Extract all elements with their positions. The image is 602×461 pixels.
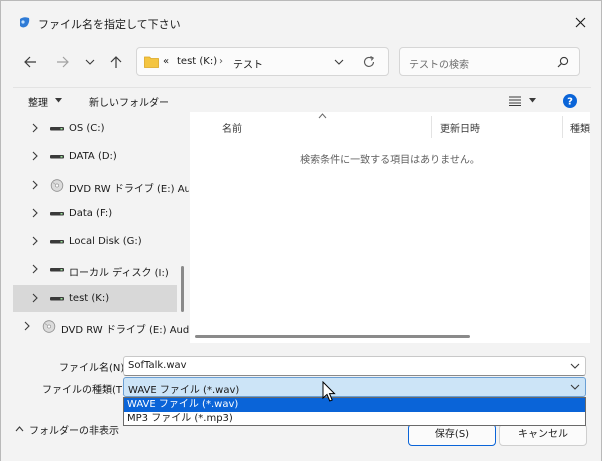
tree-item[interactable]: ローカル ディスク (I:) (13, 256, 177, 283)
refresh-icon[interactable] (362, 55, 376, 69)
tree-item[interactable]: test (K:) (13, 285, 177, 312)
chevron-right-icon[interactable] (31, 123, 39, 133)
address-dropdown-icon[interactable] (333, 56, 345, 68)
filetype-label: ファイルの種類(T): (42, 385, 130, 396)
chevron-right-icon[interactable] (31, 151, 39, 161)
back-arrow-icon (23, 56, 36, 68)
chevron-up-icon[interactable] (15, 425, 24, 433)
chevron-right-icon[interactable] (31, 236, 39, 246)
chevron-right-icon[interactable] (31, 208, 39, 218)
filename-field[interactable]: SofTalk.wav (123, 356, 586, 376)
dvd-icon (42, 320, 56, 333)
tree-item-label: OS (C:) (69, 123, 105, 134)
chevron-right-icon[interactable] (31, 293, 39, 303)
forward-arrow-icon (56, 56, 69, 68)
navigation-scrollbar[interactable] (181, 266, 184, 312)
chevron-right-icon[interactable] (31, 180, 39, 190)
column-divider[interactable] (562, 116, 563, 138)
organize-button[interactable]: 整理 (28, 94, 48, 109)
navigation-pane[interactable]: OS (C:) DATA (D:) DVD RW ドライブ (E:) Au Data … (13, 112, 189, 343)
search-icon (557, 56, 569, 68)
drive-icon (50, 297, 64, 301)
tree-item[interactable]: Data (F:) (13, 200, 177, 227)
cancel-button[interactable]: キャンセル (499, 424, 587, 446)
breadcrumb-overflow[interactable]: « (163, 56, 169, 67)
help-icon[interactable]: ? (563, 94, 577, 108)
column-divider[interactable] (431, 116, 432, 138)
tree-item-label: test (K:) (69, 293, 110, 304)
save-button[interactable]: 保存(S) (408, 424, 496, 446)
app-icon (20, 17, 30, 28)
column-header-modified[interactable]: 更新日時 (440, 120, 480, 135)
column-header-name[interactable]: 名前 (222, 120, 242, 135)
tree-item-label: DVD RW ドライブ (E:) Audi (61, 325, 189, 336)
back-button[interactable] (19, 52, 41, 72)
window-title: ファイル名を指定して下さい (38, 18, 181, 31)
breadcrumb-folder[interactable]: テスト (233, 56, 263, 71)
filename-dropdown-icon[interactable] (570, 362, 580, 370)
view-options-icon[interactable] (509, 96, 521, 106)
tree-item[interactable]: DVD RW ドライブ (E:) Audi (13, 313, 189, 340)
drive-icon (50, 212, 64, 216)
title-bar: ファイル名を指定して下さい (1, 1, 601, 43)
tree-item-label: Data (F:) (69, 208, 113, 219)
drive-icon (50, 155, 64, 159)
address-bar[interactable]: « test (K:) › テスト (136, 47, 389, 76)
filetype-dropdown-icon[interactable] (570, 383, 580, 391)
dvd-icon (50, 179, 64, 192)
sort-caret-icon (318, 113, 327, 119)
filetype-option-wav[interactable]: WAVE ファイル (*.wav) (124, 398, 585, 412)
column-header-type[interactable]: 種類 (570, 120, 590, 135)
organize-dropdown-icon (55, 98, 62, 103)
forward-button[interactable] (51, 52, 73, 72)
up-arrow-icon (110, 55, 122, 68)
svg-text:?: ? (567, 97, 573, 108)
view-dropdown-icon[interactable] (529, 98, 536, 103)
breadcrumb-drive[interactable]: test (K:) (177, 56, 217, 67)
tree-item[interactable]: DVD RW ドライブ (E:) Au (13, 172, 189, 199)
horizontal-scrollbar[interactable] (195, 335, 470, 338)
mouse-cursor-icon (322, 381, 336, 402)
filename-label: ファイル名(N): (59, 363, 128, 374)
tree-item-label: DVD RW ドライブ (E:) Au (69, 184, 189, 195)
drive-icon (50, 240, 64, 244)
hide-folders-toggle[interactable]: フォルダーの非表示 (29, 422, 119, 437)
breadcrumb-separator: › (219, 56, 223, 67)
folder-icon (144, 56, 159, 68)
filename-value: SofTalk.wav (128, 360, 187, 371)
drive-icon (50, 127, 64, 131)
close-icon (575, 17, 585, 27)
chevron-right-icon[interactable] (31, 264, 39, 274)
tree-item-label: Local Disk (G:) (69, 236, 142, 247)
tree-item-label: DATA (D:) (69, 151, 117, 162)
filetype-value: WAVE ファイル (*.wav) (128, 385, 240, 396)
tree-item-label: ローカル ディスク (I:) (69, 268, 169, 279)
chevron-down-icon (85, 59, 95, 65)
drive-icon (50, 268, 64, 272)
save-file-dialog: ファイル名を指定して下さい « test (K:) › テスト テストの検索 整… (0, 0, 602, 461)
filetype-option-mp3[interactable]: MP3 ファイル (*.mp3) (124, 412, 585, 426)
toolbar-divider (13, 87, 591, 88)
empty-message: 検索条件に一致する項目はありません。 (300, 155, 480, 166)
tree-item[interactable]: DATA (D:) (13, 143, 177, 170)
new-folder-button[interactable]: 新しいフォルダー (89, 94, 169, 109)
search-placeholder: テストの検索 (409, 60, 469, 71)
tree-item[interactable]: OS (C:) (13, 115, 177, 142)
search-input[interactable]: テストの検索 (399, 47, 580, 76)
chevron-right-icon[interactable] (23, 321, 31, 331)
close-button[interactable] (569, 11, 591, 33)
file-list[interactable]: 名前 更新日時 種類 検索条件に一致する項目はありません。 (190, 112, 590, 343)
filetype-select[interactable]: WAVE ファイル (*.wav) (123, 377, 586, 397)
up-button[interactable] (105, 52, 127, 72)
recent-locations-button[interactable] (79, 52, 101, 72)
tree-item[interactable]: Local Disk (G:) (13, 228, 177, 255)
filetype-dropdown-list[interactable]: WAVE ファイル (*.wav) MP3 ファイル (*.mp3) (123, 397, 586, 426)
